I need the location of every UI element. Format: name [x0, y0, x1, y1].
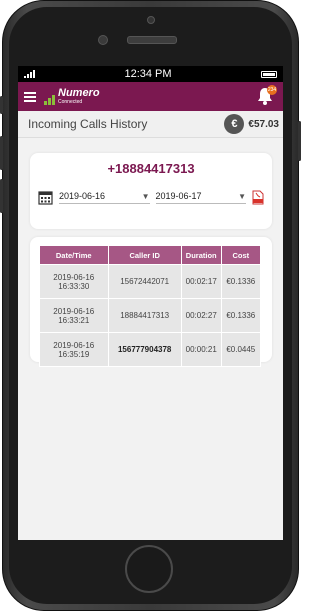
- coin-icon: €: [224, 114, 245, 134]
- cell-datetime: 2019-06-16 16:33:30: [39, 264, 109, 299]
- table-row[interactable]: 2019-06-16 16:33:30 15672442071 00:02:17 …: [39, 264, 262, 299]
- page-title: Incoming Calls History: [28, 117, 148, 131]
- calls-card: Date/Time Caller ID Duration Cost 2019-0…: [30, 237, 272, 367]
- calendar-icon[interactable]: [38, 190, 53, 205]
- logo-bars-icon: [44, 95, 55, 105]
- calls-table: Date/Time Caller ID Duration Cost 2019-0…: [39, 245, 262, 367]
- col-header-duration: Duration: [180, 245, 222, 265]
- connection-status: Connected: [58, 99, 83, 105]
- chevron-down-icon: ▼: [141, 191, 150, 201]
- battery-icon: [261, 70, 277, 78]
- cell-caller: 156777904378: [107, 332, 182, 367]
- date-to-value: 2019-06-17: [155, 191, 202, 201]
- cell-duration: 00:02:17: [180, 264, 222, 299]
- screen: 12:34 PM Numero Connected 234 Incoming C…: [18, 66, 283, 540]
- cell-caller: 18884417313: [107, 298, 182, 333]
- cell-caller: 15672442071: [107, 264, 182, 299]
- balance-value: €57.03: [248, 118, 279, 130]
- date-range: 2019-06-16 ▼ 2019-06-17 ▼: [38, 190, 264, 205]
- status-time: 12:34 PM: [124, 68, 172, 80]
- app-logo: Numero Connected: [44, 88, 100, 105]
- app-bar: Numero Connected 234: [18, 82, 283, 111]
- chevron-down-icon: ▼: [238, 191, 246, 201]
- cell-duration: 00:00:21: [180, 332, 222, 367]
- speaker: [127, 36, 177, 44]
- table-row[interactable]: 2019-06-16 16:35:19 156777904378 00:00:21…: [39, 332, 262, 367]
- logo-name: Numero: [58, 87, 100, 99]
- col-header-cost: Cost: [220, 245, 262, 265]
- cell-cost: €0.1336: [220, 298, 262, 333]
- pdf-icon[interactable]: [252, 190, 264, 205]
- date-to-select[interactable]: 2019-06-17 ▼: [155, 191, 246, 204]
- date-from-select[interactable]: 2019-06-16 ▼: [59, 191, 150, 204]
- cell-cost: €0.0445: [220, 332, 262, 367]
- table-row[interactable]: 2019-06-16 16:33:21 18884417313 00:02:27 …: [39, 298, 262, 333]
- date-from-value: 2019-06-16: [59, 191, 106, 201]
- menu-icon[interactable]: [24, 91, 36, 102]
- cell-datetime: 2019-06-16 16:33:21: [39, 298, 109, 333]
- table-header-row: Date/Time Caller ID Duration Cost: [39, 245, 262, 265]
- cell-duration: 00:02:27: [180, 298, 222, 333]
- signal-icon: [24, 70, 35, 78]
- notification-badge: 234: [267, 85, 277, 95]
- sensor: [147, 16, 155, 24]
- col-header-caller: Caller ID: [107, 245, 182, 265]
- col-header-date: Date/Time: [39, 245, 109, 265]
- camera: [98, 35, 108, 45]
- cell-datetime: 2019-06-16 16:35:19: [39, 332, 109, 367]
- cell-cost: €0.1336: [220, 264, 262, 299]
- page-header: Incoming Calls History € €57.03: [18, 111, 283, 138]
- home-button[interactable]: [125, 545, 173, 593]
- phone-number: +18884417313: [107, 161, 195, 176]
- filter-card: +18884417313 2019-06-16 ▼ 2019-06-17 ▼: [30, 153, 272, 229]
- status-bar: 12:34 PM: [18, 66, 283, 82]
- balance: € €57.03: [224, 114, 279, 134]
